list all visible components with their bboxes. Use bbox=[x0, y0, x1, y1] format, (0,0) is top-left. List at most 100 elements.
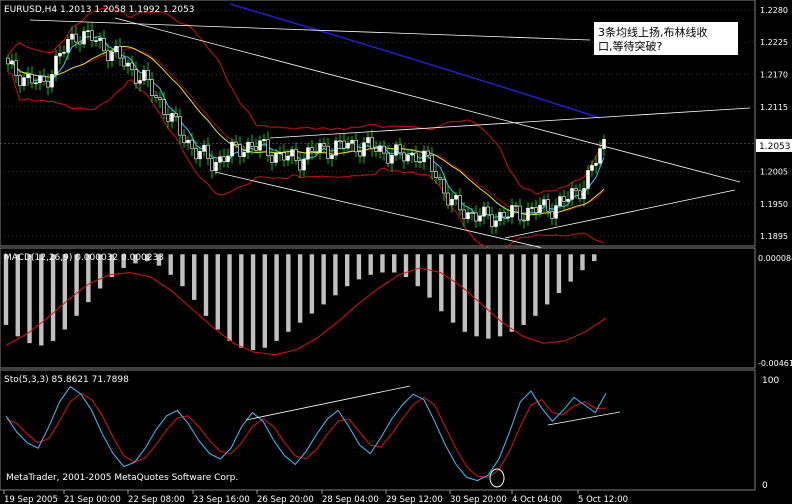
time-tick-label: 28 Sep 04:00 bbox=[322, 495, 379, 504]
candle-body bbox=[582, 188, 586, 200]
candle-body bbox=[562, 196, 566, 202]
candle-body bbox=[70, 33, 74, 40]
macd-bar bbox=[333, 254, 338, 296]
macd-bar bbox=[392, 254, 397, 273]
macd-bar bbox=[450, 254, 456, 323]
candle-body bbox=[554, 205, 558, 219]
candle-body bbox=[466, 212, 470, 220]
time-tick-label: 4 Oct 04:00 bbox=[512, 495, 562, 504]
candle-body bbox=[34, 82, 38, 85]
macd-bar bbox=[3, 254, 9, 325]
candle-body bbox=[358, 151, 362, 157]
candle-body bbox=[30, 74, 34, 84]
candle-body bbox=[162, 99, 166, 115]
candle-body bbox=[138, 80, 142, 84]
candle-body bbox=[270, 155, 274, 163]
candle-body bbox=[330, 154, 334, 160]
candle-body bbox=[454, 195, 458, 200]
candle-body bbox=[418, 161, 422, 163]
macd-bar bbox=[462, 254, 468, 332]
candle-body bbox=[586, 170, 590, 189]
macd-bar bbox=[39, 254, 44, 346]
candle-body bbox=[202, 144, 206, 152]
macd-bar bbox=[568, 254, 573, 282]
candle-body bbox=[478, 215, 482, 222]
candle-body bbox=[46, 80, 50, 88]
time-tick-label: 22 Sep 08:00 bbox=[128, 495, 185, 504]
candle-body bbox=[534, 207, 538, 213]
candle-body bbox=[446, 192, 450, 206]
candle-body bbox=[274, 152, 278, 163]
candle-body bbox=[370, 137, 374, 149]
candle-body bbox=[58, 53, 62, 57]
time-tick-label: 21 Sep 00:00 bbox=[64, 495, 121, 504]
main-price-panel: EURUSD,H4 1.2013 1.2058 1.1992 1.2053 1.… bbox=[0, 0, 792, 253]
time-tick-label: 5 Oct 12:00 bbox=[578, 495, 628, 504]
candle-body bbox=[362, 142, 366, 157]
candle-body bbox=[558, 196, 562, 206]
candle-body bbox=[386, 152, 390, 164]
macd-bar bbox=[192, 254, 197, 300]
candle-body bbox=[230, 141, 234, 157]
candle-body bbox=[26, 74, 30, 78]
candle-body bbox=[98, 38, 102, 41]
candle-body bbox=[154, 95, 158, 98]
candle-body bbox=[430, 154, 434, 172]
candle-body bbox=[242, 152, 246, 157]
candle-body bbox=[130, 62, 134, 70]
candle-body bbox=[310, 147, 314, 152]
macd-bar bbox=[486, 254, 491, 339]
macd-bar bbox=[168, 254, 173, 275]
price-tick-label: 1.2280 bbox=[760, 6, 788, 15]
candle-body bbox=[506, 216, 510, 219]
candle-body bbox=[346, 142, 350, 149]
candle-body bbox=[354, 139, 358, 153]
candle-body bbox=[222, 156, 226, 162]
candle-body bbox=[334, 140, 338, 156]
candle-body bbox=[190, 139, 194, 149]
candle-body bbox=[214, 161, 218, 172]
macd-bar bbox=[592, 254, 597, 262]
macd-bar bbox=[227, 254, 232, 341]
candle-body bbox=[86, 30, 90, 32]
macd-bar bbox=[415, 254, 420, 287]
macd-bar bbox=[556, 254, 562, 294]
candle-body bbox=[226, 155, 230, 162]
macd-top-tick: 0.000084 bbox=[758, 254, 792, 263]
candle-body bbox=[210, 158, 214, 172]
candle-body bbox=[318, 143, 322, 153]
current-price-label: 1.2053 bbox=[759, 142, 791, 152]
candle-body bbox=[498, 212, 502, 222]
candle-body bbox=[234, 141, 238, 146]
candle-body bbox=[18, 75, 22, 86]
candle-body bbox=[74, 33, 78, 43]
candle-body bbox=[218, 156, 222, 163]
price-tick-label: 1.1950 bbox=[760, 200, 788, 209]
candle-body bbox=[286, 155, 290, 161]
candle-body bbox=[54, 55, 58, 75]
candle-body bbox=[406, 154, 410, 162]
candle-body bbox=[174, 113, 178, 118]
candle-body bbox=[182, 134, 186, 144]
candle-body bbox=[434, 171, 438, 178]
candle-body bbox=[322, 143, 326, 147]
candle-body bbox=[290, 149, 294, 157]
time-tick-label: 29 Sep 12:00 bbox=[386, 495, 443, 504]
candle-body bbox=[378, 145, 382, 152]
candle-body bbox=[262, 139, 266, 142]
macd-bar bbox=[274, 254, 279, 341]
candle-body bbox=[482, 206, 486, 217]
macd-bottom-tick: -0.004616 bbox=[758, 359, 792, 368]
candle-body bbox=[114, 45, 118, 53]
macd-bar bbox=[321, 254, 326, 305]
chart-stage: EURUSD,H4 1.2013 1.2058 1.1992 1.2053 1.… bbox=[0, 0, 792, 504]
candle-body bbox=[462, 209, 466, 220]
macd-bar bbox=[62, 254, 68, 330]
price-axis: 1.2280 1.2225 1.2170 1.2115 1.2005 1.1950 1.18… bbox=[760, 6, 788, 241]
candle-body bbox=[366, 137, 370, 144]
candle-body bbox=[410, 152, 414, 156]
candle-body bbox=[90, 30, 94, 41]
candle-body bbox=[178, 116, 182, 136]
candle-body bbox=[594, 162, 598, 166]
time-tick-label: 26 Sep 20:00 bbox=[257, 495, 314, 504]
